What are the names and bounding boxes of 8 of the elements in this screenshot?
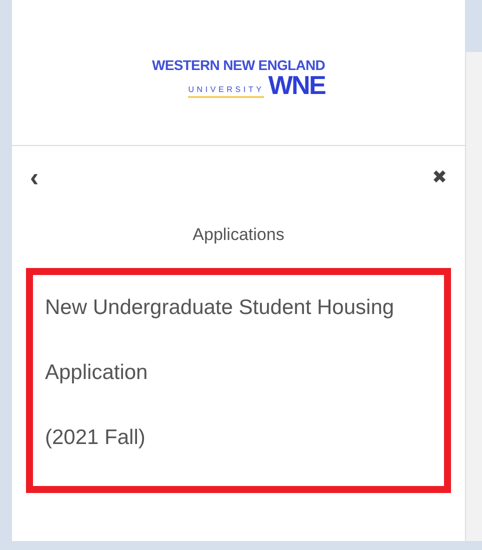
- close-button[interactable]: ✖: [432, 168, 447, 186]
- university-logo: WESTERN NEW ENGLAND UNIVERSITY WNE: [152, 58, 325, 98]
- section-title: Applications: [192, 224, 286, 246]
- application-name: (2021 Fall): [45, 424, 146, 450]
- application-name: New Undergraduate Student Housing: [45, 294, 396, 320]
- application-name: Application: [45, 360, 149, 386]
- back-button[interactable]: ‹: [30, 164, 39, 190]
- application-item[interactable]: New Undergraduate Student Housing Application (2021 Fall): [26, 268, 451, 492]
